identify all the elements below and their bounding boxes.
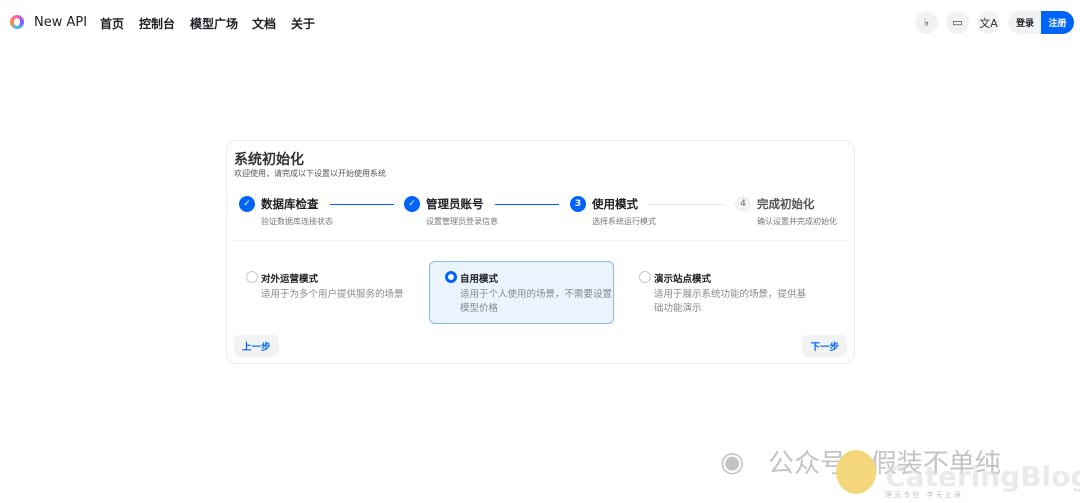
bell-icon[interactable]: ♭ xyxy=(915,11,938,34)
nav-docs[interactable]: 文档 xyxy=(252,15,276,32)
radio-selected[interactable] xyxy=(445,271,457,283)
check-icon: ✓ xyxy=(239,196,255,212)
option-demo-site[interactable]: 演示站点模式 适用于展示系统功能的场景，提供基础功能演示 xyxy=(623,261,808,324)
option-desc: 适用于个人使用的场景，不需要设置模型价格 xyxy=(460,289,613,314)
option-desc: 适用于展示系统功能的场景，提供基础功能演示 xyxy=(654,289,807,314)
prev-button[interactable]: 上一步 xyxy=(234,335,279,357)
setup-card: 系统初始化 欢迎使用，请完成以下设置以开始使用系统 ✓ 数据库检查 验证数据库连… xyxy=(226,140,855,364)
step-label: 数据库检查 xyxy=(261,197,319,211)
step-desc: 验证数据库连接状态 xyxy=(261,217,333,226)
nav-home[interactable]: 首页 xyxy=(100,15,124,32)
translate-icon[interactable]: 文A xyxy=(977,11,1000,34)
step-connector xyxy=(330,204,394,205)
next-button[interactable]: 下一步 xyxy=(802,335,847,357)
step-number: 3 xyxy=(570,196,586,212)
monitor-icon[interactable]: ▭ xyxy=(946,11,969,34)
nav-console[interactable]: 控制台 xyxy=(139,15,175,32)
logo-icon[interactable] xyxy=(10,15,24,29)
divider xyxy=(234,240,848,241)
radio[interactable] xyxy=(639,271,651,283)
option-self-use[interactable]: 自用模式 适用于个人使用的场景，不需要设置模型价格 xyxy=(429,261,614,324)
option-label: 自用模式 xyxy=(460,274,499,285)
step-desc: 选择系统运行模式 xyxy=(592,217,656,226)
top-nav: New API 首页 控制台 模型广场 文档 关于 ♭ ▭ 文A 登录 注册 xyxy=(0,0,1080,45)
step-label: 使用模式 xyxy=(592,197,638,211)
nav-model-square[interactable]: 模型广场 xyxy=(190,15,238,32)
page-subtitle: 欢迎使用，请完成以下设置以开始使用系统 xyxy=(234,169,386,178)
step-desc: 确认设置并完成初始化 xyxy=(757,217,837,226)
step-connector xyxy=(648,204,725,205)
login-button[interactable]: 登录 xyxy=(1008,11,1042,34)
option-label: 演示站点模式 xyxy=(654,274,712,285)
step-connector xyxy=(495,204,559,205)
step-label: 完成初始化 xyxy=(757,197,815,211)
nav-about[interactable]: 关于 xyxy=(291,15,315,32)
page-title: 系统初始化 xyxy=(234,152,304,168)
lightbulb-logo-icon xyxy=(836,450,876,494)
option-public-operation[interactable]: 对外运营模式 适用于为多个用户提供服务的场景 xyxy=(230,261,415,324)
watermark-blog: CateringBlog xyxy=(885,460,1080,493)
watermark-motto: 理 无 专 在 学 无 止 境 xyxy=(885,491,962,499)
wechat-icon: ◉ xyxy=(720,445,745,478)
register-button[interactable]: 注册 xyxy=(1041,11,1074,34)
check-icon: ✓ xyxy=(404,196,420,212)
option-label: 对外运营模式 xyxy=(261,274,319,285)
step-desc: 设置管理员登录信息 xyxy=(426,217,498,226)
step-label: 管理员账号 xyxy=(426,197,484,211)
brand-name[interactable]: New API xyxy=(34,15,87,30)
step-number: 4 xyxy=(735,196,751,212)
option-desc: 适用于为多个用户提供服务的场景 xyxy=(261,289,404,300)
radio[interactable] xyxy=(246,271,258,283)
